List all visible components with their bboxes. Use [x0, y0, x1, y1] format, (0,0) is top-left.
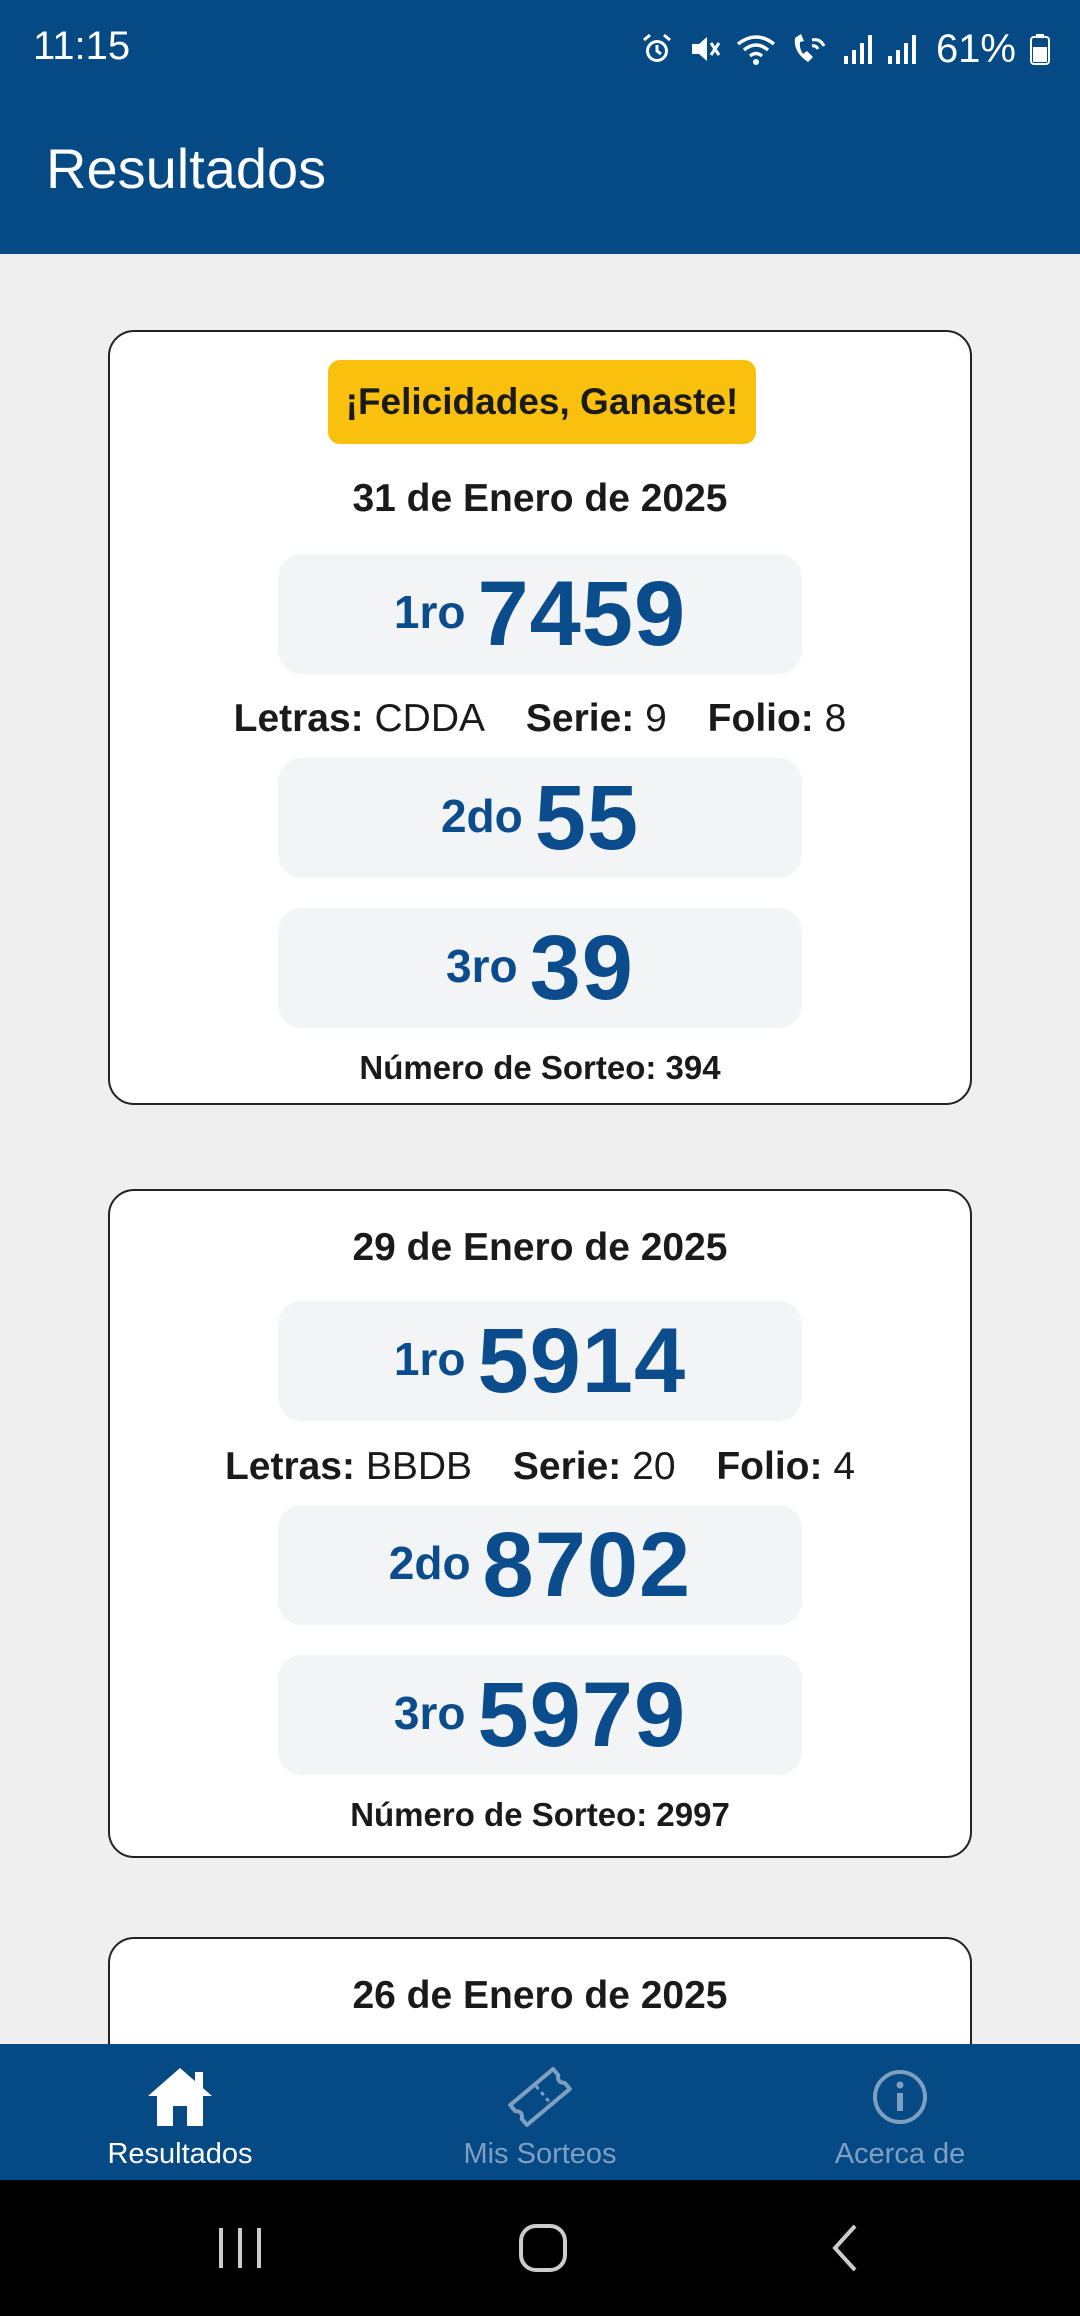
serie-value: 20: [632, 1445, 676, 1488]
prize-rank: 1ro: [393, 586, 466, 638]
result-card: 29 de Enero de 2025 1ro 5914 Letras: BBD…: [108, 1189, 972, 1858]
prize-number: 8702: [482, 1513, 692, 1616]
result-date: 31 de Enero de 2025: [352, 477, 728, 520]
prize-second: 2do 55: [278, 758, 802, 878]
prize-first: 1ro 5914: [278, 1301, 802, 1421]
status-bar: 11:15 61%: [0, 0, 1080, 96]
result-date: 26 de Enero de 2025: [352, 1974, 728, 2017]
prize-second: 2do 8702: [278, 1505, 802, 1625]
letras-label: Letras:: [224, 1445, 355, 1488]
mute-icon: [688, 32, 722, 66]
wifi-icon: [736, 32, 776, 66]
prize-details: Letras: CDDA Serie: 9 Folio: 8: [110, 697, 970, 741]
result-card: 26 de Enero de 2025: [108, 1937, 972, 2044]
prize-details: Letras: BBDB Serie: 20 Folio: 4: [110, 1445, 970, 1489]
nav-label: Mis Sorteos: [463, 2138, 617, 2170]
bottom-navigation: Resultados Mis Sorteos Acerca de: [0, 2044, 1080, 2180]
battery-icon: [1030, 32, 1050, 66]
prize-rank: 3ro: [446, 940, 518, 992]
home-circle-icon[interactable]: [515, 2220, 571, 2276]
back-icon[interactable]: [825, 2220, 865, 2276]
folio-label: Folio:: [707, 697, 814, 740]
ticket-icon: [508, 2067, 572, 2127]
letras-label: Letras:: [233, 697, 364, 740]
recents-icon[interactable]: [215, 2220, 265, 2276]
battery-percentage: 61%: [935, 26, 1016, 71]
nav-item-mis-sorteos[interactable]: Mis Sorteos: [360, 2044, 720, 2180]
result-date: 29 de Enero de 2025: [352, 1226, 728, 1269]
info-icon: [873, 2070, 927, 2124]
home-icon: [148, 2068, 212, 2126]
app-bar: Resultados: [0, 96, 1080, 254]
winner-badge: ¡Felicidades, Ganaste!: [328, 360, 756, 444]
prize-number: 5914: [477, 1309, 687, 1412]
prize-rank: 2do: [440, 790, 523, 842]
nav-label: Resultados: [107, 2138, 253, 2170]
page-title: Resultados: [46, 137, 327, 200]
prize-number: 5979: [477, 1663, 687, 1766]
draw-number: Número de Sorteo: 394: [359, 1049, 721, 1086]
status-icons: 61%: [640, 26, 1050, 72]
prize-number: 7459: [477, 562, 687, 665]
signal-icon: [886, 32, 916, 66]
nav-item-resultados[interactable]: Resultados: [0, 2044, 360, 2180]
prize-third: 3ro 5979: [278, 1655, 802, 1775]
prize-number: 55: [534, 766, 640, 869]
prize-first: 1ro 7459: [278, 554, 802, 674]
folio-value: 4: [833, 1445, 856, 1488]
prize-rank: 3ro: [393, 1687, 466, 1739]
folio-label: Folio:: [716, 1445, 823, 1488]
prize-number: 39: [529, 916, 634, 1019]
result-card: ¡Felicidades, Ganaste! 31 de Enero de 20…: [108, 330, 972, 1105]
prize-third: 3ro 39: [278, 908, 802, 1028]
draw-number: Número de Sorteo: 2997: [350, 1796, 730, 1833]
alarm-icon: [640, 32, 674, 66]
letras-value: BBDB: [365, 1445, 473, 1488]
status-time: 11:15: [33, 24, 131, 68]
folio-value: 8: [824, 697, 847, 740]
signal-icon: [842, 32, 872, 66]
prize-rank: 2do: [388, 1537, 471, 1589]
results-list[interactable]: ¡Felicidades, Ganaste! 31 de Enero de 20…: [0, 254, 1080, 2044]
prize-rank: 1ro: [393, 1333, 466, 1385]
nav-label: Acerca de: [834, 2138, 966, 2170]
serie-label: Serie:: [525, 697, 635, 740]
wifi-calling-icon: [790, 32, 828, 66]
serie-value: 9: [645, 697, 667, 740]
system-navigation-bar: [0, 2180, 1080, 2316]
letras-value: CDDA: [374, 697, 486, 740]
serie-label: Serie:: [512, 1445, 622, 1488]
nav-item-acerca-de[interactable]: Acerca de: [720, 2044, 1080, 2180]
